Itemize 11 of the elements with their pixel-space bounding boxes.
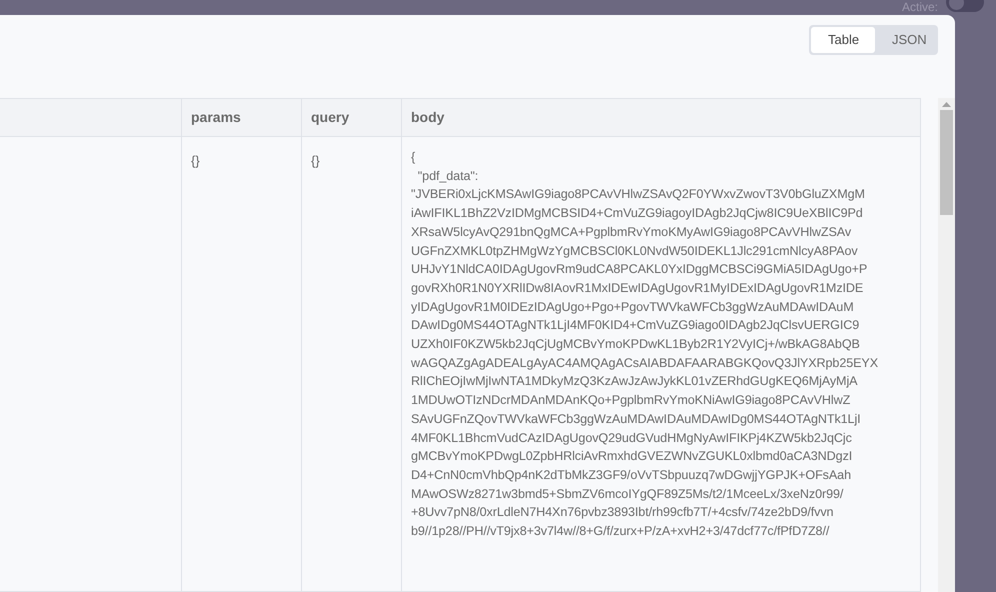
table-cell: {} xyxy=(191,153,200,168)
json-body-text: { "pdf_data": "JVBERi0xLjcKMSAwIG9iago8PCAvVHlwZSAvQ2F0YWxvZwovT3V0bGluZXMgM iAwIFIKL1BhZ2VzIDMgMCBSID4+CmVuZG9iagoyIDAgb2JqCjw8IC9UeXBlIC9Pd XRsaW5lcyAvQ291bnQgMCA+PgplbmRvYmoKMyAwIG9iago8PCAvVHlwZSAv UGFnZXMKL0tpZHMgWzYgMCBSCl0KL0NvdW50IDEKL1Jlc291cmNlcyA8PAov UHJvY1NldCA0IDAgUgovRm9udCA8PCAKL0YxIDggMCBSCi9GMiA5IDAgUgo+P govRXh0R1N0YXRlIDw8IAovR1MxIDEwIDAgUgovR1MyIDExIDAgUgovR1MzIDE yIDAgUgovR1M0IDEzIDAgUgo+Pgo+PgovTWVkaWFCb3ggWzAuMDAwIDAuM DAwIDg0MS44OTAgNTk1LjI4MF0KID4+CmVuZG9iago0IDAgb2JqClsvUERGIC9 UZXh0IF0KZW5kb2JqCjUgMCBvYmoKPDwKL1Byb2R1Y2VyICj+/wBkAG8AbQB wAGQAZgAgADEALgAyAC4AMQAgACsAIABDAFAARABGKQovQ3JlYXRpb25EYX RlIChEOjIwMjIwNTA1MDkyMzQ3KzAwJzAwJykKL01vZERhdGUgKEQ6MjAyMjA 1MDUwOTIzNDcrMDAnMDAnKQo+PgplbmRvYmoKNiAwIG9iago8PCAvVHlwZ SAvUGFnZQovTWVkaWFCb3ggWzAuMDAwIDAuMDAwIDg0MS44OTAgNTk1LjI 4MF0KL1BhcmVudCAzIDAgUgovQ29udGVudHMgNyAwIFIKPj4KZW5kb2JqCjc gMCBvYmoKPDwgL0ZpbHRlciAvRmxhdGVEZWNvZGUKL0xlbmd0aCA3NDgzI D4+CnN0cmVhbQp4nK2dTbMkZ3GF9/oVvTSbpuuzq7wDGwjjYGPJK+OFsAah MAwOSWz8271w3bmd5+SbmZV6mcoIYgQF89Z5Ms/t2/1MceeLx/3xeNz0r99/ +8Uvv7pN8/0xrLdleN7H4Xn76pvbz3893Ibt/rh99cfb7T/+4csfv/74ze2bD9/fvvn b9//1p28//PH//vT9jx8+3v7l4w//8+G/f/zurx+P/zA+xvH2+3/47dcf77c/fPfD7Z8// xyxy=(411,149,880,540)
column-header: body xyxy=(411,108,444,127)
column-header: params xyxy=(191,108,241,127)
table-cell: {} xyxy=(311,153,320,168)
scroll-up-icon[interactable] xyxy=(942,102,951,107)
scrollbar[interactable] xyxy=(938,98,955,592)
column-header: query xyxy=(311,108,350,127)
view-tab[interactable]: Table xyxy=(811,27,875,53)
view-tab[interactable]: JSON xyxy=(875,27,936,53)
scrollbar-thumb[interactable] xyxy=(940,110,953,215)
